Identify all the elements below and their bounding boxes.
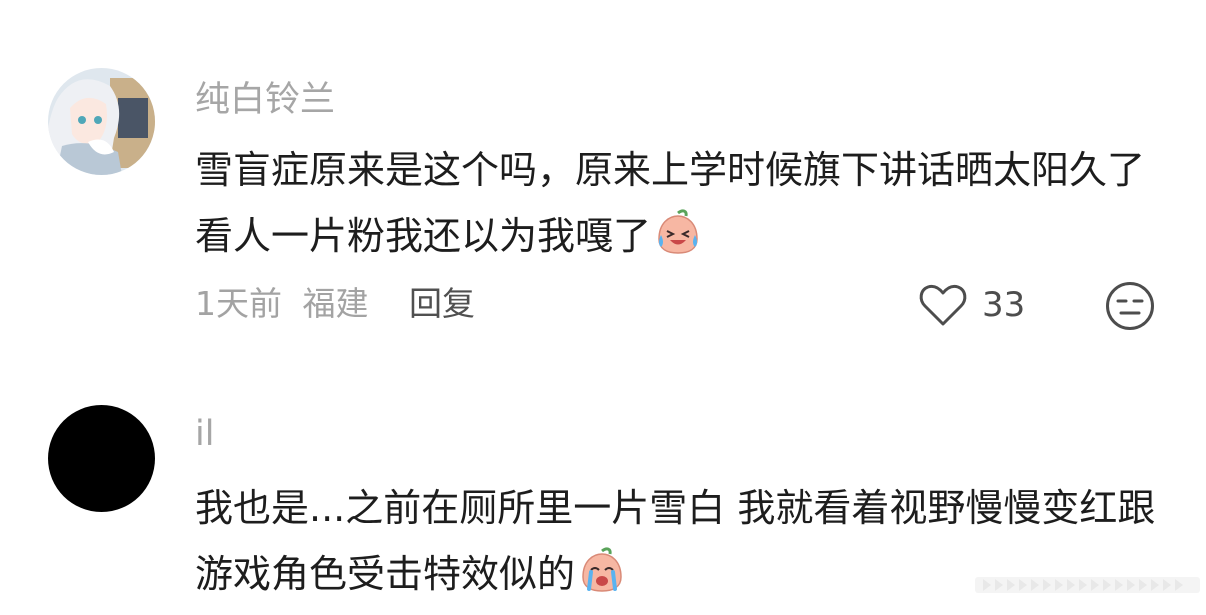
comment-text: 雪盲症原来是这个吗，原来上学时候旗下讲话晒太阳久了看人一片粉我还以为我嘎了 — [195, 137, 1175, 269]
heart-outline-icon — [919, 284, 967, 326]
neutral-face-icon[interactable] — [1105, 281, 1155, 331]
user-avatar[interactable] — [48, 405, 155, 512]
reply-button[interactable]: 回复 — [409, 281, 475, 327]
username[interactable]: 纯白铃兰 — [195, 78, 335, 122]
like-count: 33 — [982, 285, 1026, 325]
user-avatar[interactable] — [48, 68, 155, 175]
comment-location: 福建 — [302, 284, 369, 323]
comment-meta: 1天前 福建 回复 — [195, 281, 475, 327]
anime-girl-avatar-icon — [48, 68, 155, 175]
like-button[interactable]: 33 — [918, 282, 1025, 328]
comment-time: 1天前 — [195, 284, 282, 323]
crying-laughing-peach-emoji-icon — [658, 209, 698, 254]
watermark-logo-icon — [975, 577, 1200, 593]
crying-peach-emoji-icon — [582, 547, 622, 592]
username[interactable]: il — [195, 412, 214, 456]
